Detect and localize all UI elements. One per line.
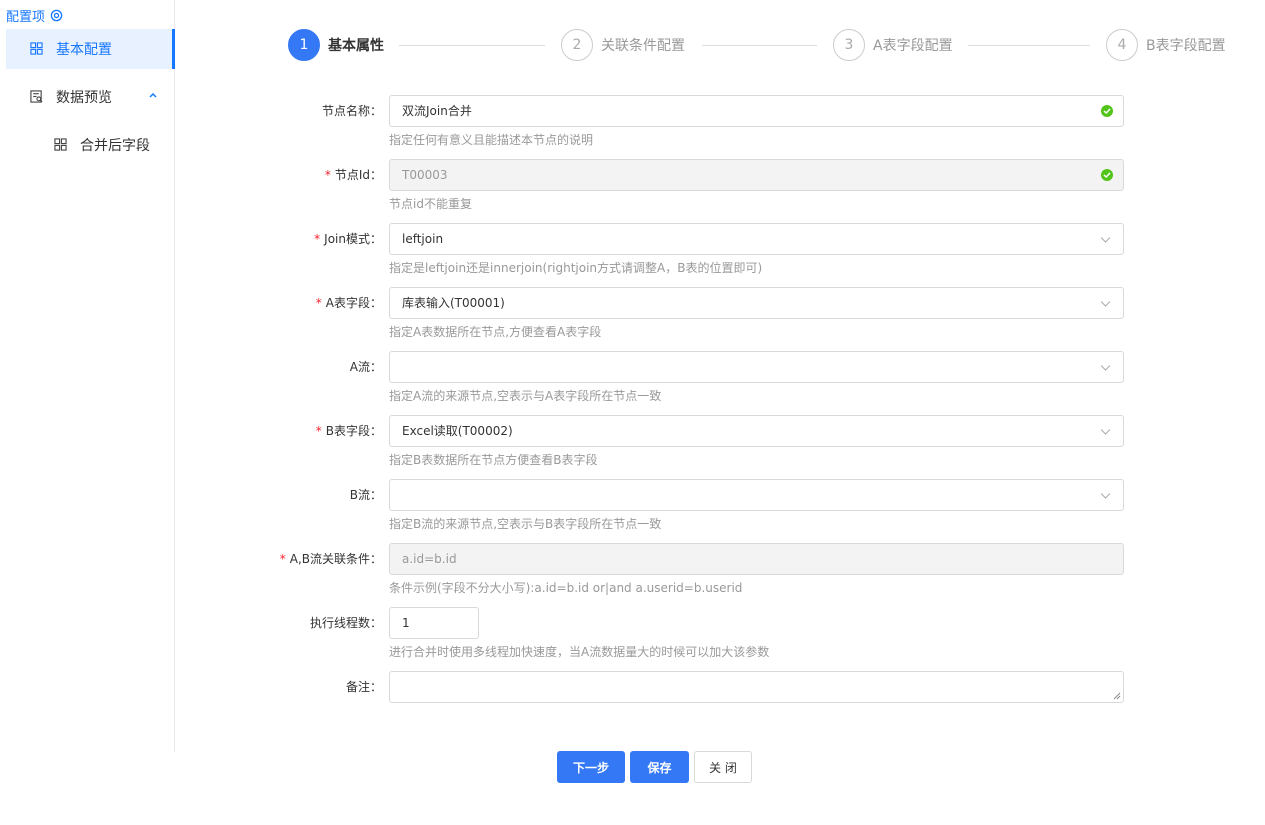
step-b-table-fields[interactable]: 4 B表字段配置 bbox=[1106, 29, 1226, 61]
threads-label: 执行线程数： bbox=[309, 616, 382, 630]
threads-hint: 进行合并时使用多线程加快速度，当A流数据量大的时候可以加大该参数 bbox=[389, 645, 770, 659]
a-stream-label: A流： bbox=[349, 360, 382, 374]
sidebar-title: 配置项 bbox=[6, 6, 63, 25]
chevron-down-icon bbox=[1100, 301, 1111, 307]
save-button[interactable]: 保存 bbox=[630, 751, 689, 783]
resize-handle-icon[interactable] bbox=[1113, 692, 1121, 700]
join-mode-value: leftjoin bbox=[402, 232, 444, 246]
node-id-hint: 节点id不能重复 bbox=[389, 197, 472, 211]
b-stream-hint: 指定B流的来源节点,空表示与B表字段所在节点一致 bbox=[389, 517, 662, 531]
chevron-down-icon bbox=[1100, 429, 1111, 435]
a-stream-select[interactable] bbox=[389, 351, 1124, 383]
condition-input[interactable]: a.id=b.id bbox=[389, 543, 1124, 575]
sidebar: 配置项 基本配置 数据预览 合并后字段 bbox=[0, 0, 175, 752]
node-id-label: * 节点Id： bbox=[324, 168, 382, 182]
check-circle-icon bbox=[1101, 105, 1113, 117]
step-basic-properties[interactable]: 1 基本属性 bbox=[288, 29, 384, 61]
step-number: 4 bbox=[1106, 29, 1138, 61]
b-stream-select[interactable] bbox=[389, 479, 1124, 511]
condition-hint: 条件示例(字段不分大小写):a.id=b.id or|and a.userid=… bbox=[389, 581, 743, 595]
step-connector bbox=[399, 45, 545, 46]
step-label: A表字段配置 bbox=[873, 38, 953, 54]
b-table-value: Excel读取(T00002) bbox=[402, 424, 513, 438]
node-name-hint: 指定任何有意义且能描述本节点的说明 bbox=[389, 133, 594, 147]
sidebar-item-label: 合并后字段 bbox=[80, 138, 150, 154]
sidebar-item-label: 基本配置 bbox=[56, 42, 112, 58]
close-button[interactable]: 关 闭 bbox=[694, 751, 752, 783]
step-number: 2 bbox=[561, 29, 593, 61]
check-circle-icon bbox=[1101, 169, 1113, 181]
condition-label: * A,B流关联条件： bbox=[279, 552, 382, 566]
node-id-input[interactable]: T00003 bbox=[389, 159, 1124, 191]
node-name-value: 双流Join合并 bbox=[402, 104, 472, 118]
step-label: 基本属性 bbox=[328, 38, 384, 54]
step-number: 3 bbox=[833, 29, 865, 61]
a-table-value: 库表输入(T00001) bbox=[402, 296, 505, 310]
grid-icon bbox=[30, 42, 44, 56]
sidebar-item-data-preview[interactable]: 数据预览 bbox=[6, 77, 175, 117]
step-a-table-fields[interactable]: 3 A表字段配置 bbox=[833, 29, 953, 61]
chevron-down-icon bbox=[1100, 365, 1111, 371]
step-label: B表字段配置 bbox=[1146, 38, 1226, 54]
node-id-value: T00003 bbox=[402, 168, 448, 182]
preview-icon bbox=[30, 90, 44, 104]
chevron-up-icon[interactable] bbox=[148, 90, 158, 100]
threads-input[interactable]: 1 bbox=[389, 607, 479, 639]
sidebar-item-basic-config[interactable]: 基本配置 bbox=[6, 29, 175, 69]
join-mode-hint: 指定是leftjoin还是innerjoin(rightjoin方式请调整A，B… bbox=[389, 261, 763, 275]
a-table-label: * A表字段： bbox=[315, 296, 382, 310]
condition-value: a.id=b.id bbox=[402, 552, 457, 566]
step-connector bbox=[968, 45, 1090, 46]
a-stream-hint: 指定A流的来源节点,空表示与A表字段所在节点一致 bbox=[389, 389, 662, 403]
sidebar-item-merged-fields[interactable]: 合并后字段 bbox=[6, 125, 175, 165]
threads-value: 1 bbox=[402, 616, 410, 630]
b-stream-label: B流： bbox=[349, 488, 382, 502]
sidebar-title-text: 配置项 bbox=[6, 10, 46, 25]
chevron-down-icon bbox=[1100, 237, 1111, 243]
remark-textarea[interactable] bbox=[389, 671, 1124, 703]
node-name-label: 节点名称： bbox=[321, 104, 382, 118]
grid-icon bbox=[54, 138, 68, 152]
sidebar-item-label: 数据预览 bbox=[56, 90, 112, 106]
b-table-select[interactable]: Excel读取(T00002) bbox=[389, 415, 1124, 447]
remark-label: 备注： bbox=[345, 680, 382, 694]
a-table-hint: 指定A表数据所在节点,方便查看A表字段 bbox=[389, 325, 602, 339]
a-table-select[interactable]: 库表输入(T00001) bbox=[389, 287, 1124, 319]
step-join-condition[interactable]: 2 关联条件配置 bbox=[561, 29, 685, 61]
b-table-hint: 指定B表数据所在节点方便查看B表字段 bbox=[389, 453, 598, 467]
next-step-button[interactable]: 下一步 bbox=[557, 751, 625, 783]
join-mode-label: * Join模式： bbox=[314, 232, 382, 246]
settings-icon[interactable] bbox=[50, 9, 63, 22]
step-connector bbox=[702, 45, 817, 46]
chevron-down-icon bbox=[1100, 493, 1111, 499]
step-number: 1 bbox=[288, 29, 320, 61]
node-name-input[interactable]: 双流Join合并 bbox=[389, 95, 1124, 127]
step-label: 关联条件配置 bbox=[601, 38, 685, 54]
join-mode-select[interactable]: leftjoin bbox=[389, 223, 1124, 255]
b-table-label: * B表字段： bbox=[315, 424, 382, 438]
